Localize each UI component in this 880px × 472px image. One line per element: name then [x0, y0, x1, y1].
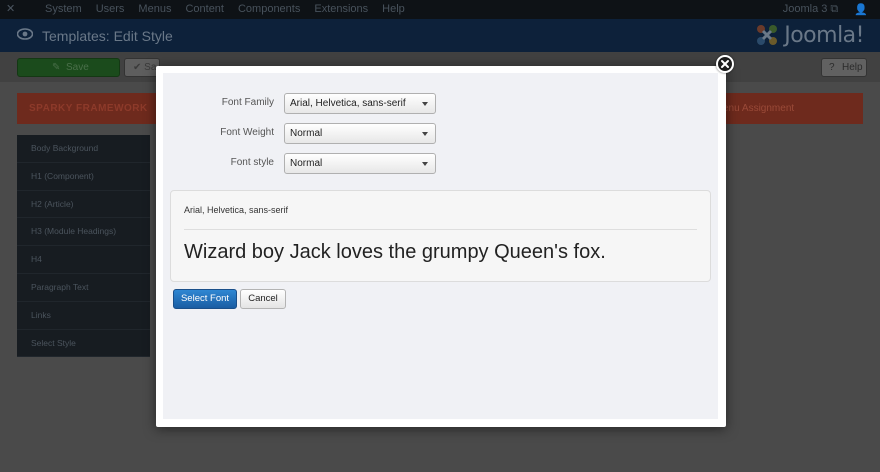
font-weight-select[interactable]: Normal	[284, 123, 436, 144]
side-item-h2[interactable]: H2 (Article)	[17, 191, 150, 219]
help-button[interactable]: ? Help	[821, 58, 867, 77]
side-item-h4[interactable]: H4	[17, 246, 150, 274]
caret-down-icon	[422, 162, 428, 166]
menu-menus[interactable]: Menus	[138, 3, 171, 15]
preview-font-name: Arial, Helvetica, sans-serif	[184, 205, 289, 215]
font-style-label: Font style	[230, 157, 274, 168]
user-icon[interactable]: 👤	[854, 3, 868, 16]
font-weight-row: Font Weight Normal	[163, 123, 718, 145]
font-weight-value: Normal	[290, 128, 323, 139]
font-style-select[interactable]: Normal	[284, 153, 436, 174]
save-close-button[interactable]: ✔ Sa	[124, 58, 160, 77]
side-item-select-style[interactable]: Select Style	[17, 330, 150, 358]
page-title-bar: Templates: Edit Style Joomla!	[0, 19, 880, 52]
menu-content[interactable]: Content	[185, 3, 224, 15]
brand-wordmark: Joomla!	[784, 22, 864, 48]
edit-icon: ✎	[52, 62, 61, 73]
font-picker-modal: Font Family Arial, Helvetica, sans-serif…	[156, 66, 726, 427]
font-family-value: Arial, Helvetica, sans-serif	[290, 98, 406, 109]
menu-help[interactable]: Help	[382, 3, 405, 15]
framework-title: SPARKY FRAMEWORK	[29, 103, 148, 114]
menu-users[interactable]: Users	[96, 3, 125, 15]
check-icon: ✔	[133, 62, 145, 73]
joomla-small-logo-icon[interactable]: ✕	[6, 3, 18, 15]
caret-down-icon	[422, 132, 428, 136]
save-label: Save	[66, 62, 89, 73]
admin-top-menu-bar: ✕ System Users Menus Content Components …	[0, 0, 880, 19]
side-item-paragraph-text[interactable]: Paragraph Text	[17, 274, 150, 302]
site-link[interactable]: Joomla 3 ⧉	[783, 3, 839, 16]
menu-assignment-tab[interactable]: enu Assignment	[723, 103, 794, 114]
cancel-button[interactable]: Cancel	[240, 289, 286, 309]
menu-extensions[interactable]: Extensions	[314, 3, 368, 15]
font-family-row: Font Family Arial, Helvetica, sans-serif	[163, 93, 718, 115]
top-menu: System Users Menus Content Components Ex…	[45, 3, 405, 15]
close-x-glyph	[721, 60, 729, 68]
menu-components[interactable]: Components	[238, 3, 300, 15]
preview-divider	[184, 229, 697, 230]
font-preview-panel: Arial, Helvetica, sans-serif Wizard boy …	[170, 190, 711, 282]
font-family-select[interactable]: Arial, Helvetica, sans-serif	[284, 93, 436, 114]
page-title: Templates: Edit Style	[42, 28, 173, 44]
side-item-h1[interactable]: H1 (Component)	[17, 163, 150, 191]
save-button[interactable]: ✎ Save	[17, 58, 120, 77]
font-style-value: Normal	[290, 158, 323, 169]
modal-body: Font Family Arial, Helvetica, sans-serif…	[163, 73, 718, 419]
eye-icon	[17, 28, 33, 40]
style-side-list: Body Background H1 (Component) H2 (Artic…	[17, 135, 150, 358]
side-item-body-background[interactable]: Body Background	[17, 135, 150, 163]
joomla-brand: Joomla!	[754, 21, 864, 49]
close-icon[interactable]	[716, 55, 734, 73]
joomla-logo-icon	[757, 25, 778, 45]
font-weight-label: Font Weight	[220, 127, 274, 138]
top-right-links: Joomla 3 ⧉ 👤	[783, 3, 868, 16]
side-item-links[interactable]: Links	[17, 302, 150, 330]
menu-system[interactable]: System	[45, 3, 82, 15]
preview-sample-text: Wizard boy Jack loves the grumpy Queen's…	[184, 241, 606, 263]
question-icon: ?	[829, 62, 835, 73]
select-font-button[interactable]: Select Font	[173, 289, 237, 309]
font-style-row: Font style Normal	[163, 153, 718, 175]
caret-down-icon	[422, 102, 428, 106]
side-item-h3[interactable]: H3 (Module Headings)	[17, 218, 150, 247]
font-family-label: Font Family	[221, 97, 274, 108]
